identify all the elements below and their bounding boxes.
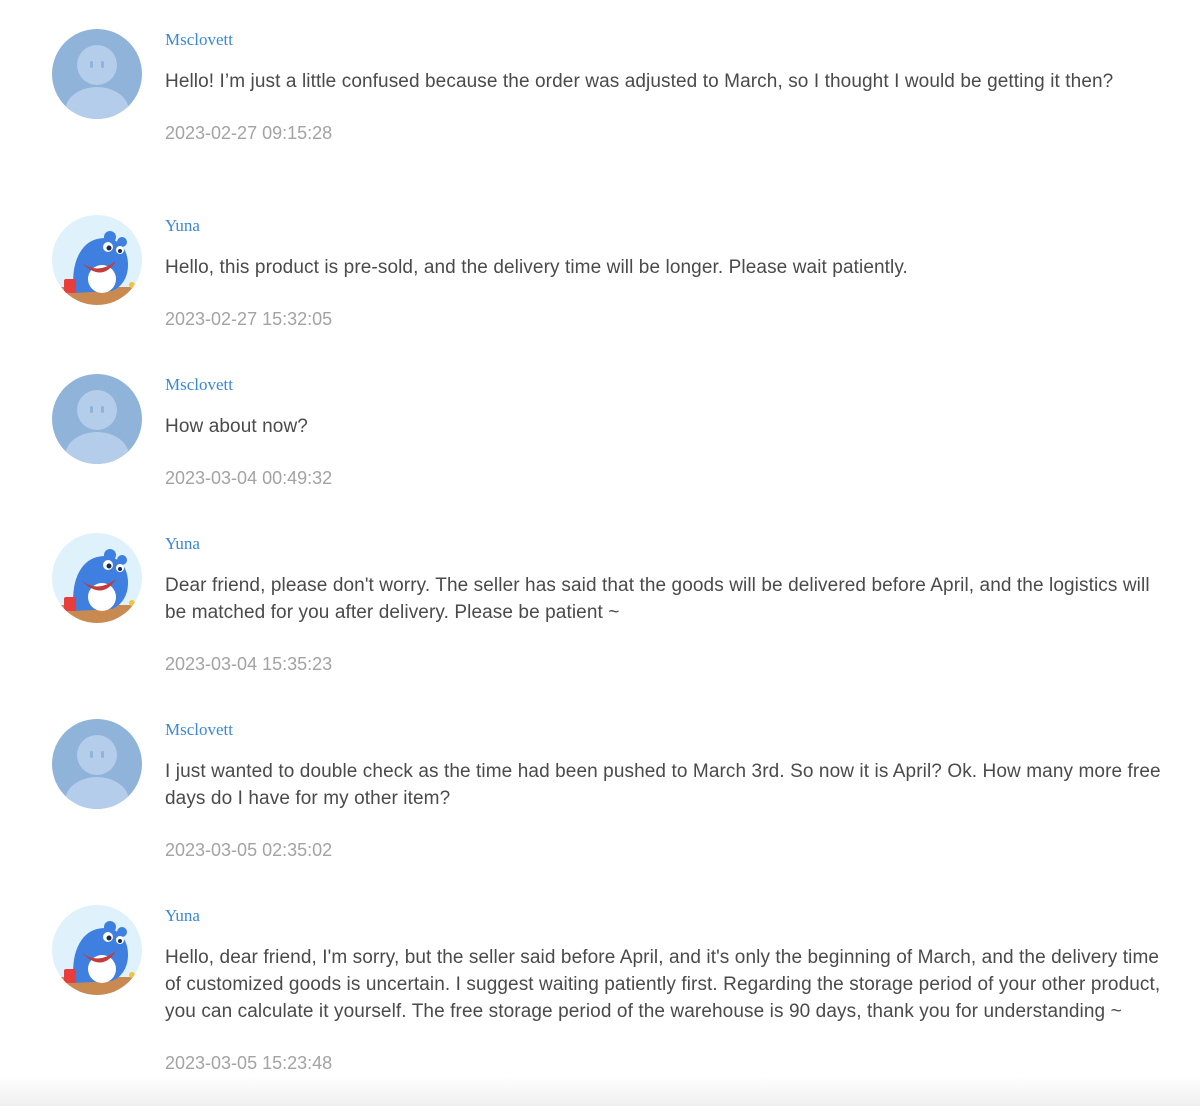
bottom-scroll-fade bbox=[0, 1076, 1200, 1106]
message-timestamp: 2023-02-27 15:32:05 bbox=[165, 309, 333, 329]
default-user-avatar-icon[interactable] bbox=[52, 29, 142, 119]
blue-hippo-mascot-avatar-icon[interactable] bbox=[52, 905, 142, 995]
message-text: I just wanted to double check as the tim… bbox=[165, 761, 1161, 809]
message-content: Yuna Dear friend, please don't worry. Th… bbox=[165, 533, 1175, 675]
blue-hippo-mascot-avatar-icon[interactable] bbox=[52, 215, 142, 305]
message-timestamp: 2023-03-05 02:35:02 bbox=[165, 840, 333, 860]
message-content: Yuna Hello, this product is pre-sold, an… bbox=[165, 215, 1175, 330]
message-content: Msclovett How about now? 2023-03-04 00:4… bbox=[165, 374, 1175, 489]
default-user-avatar-icon[interactable] bbox=[52, 719, 142, 809]
message-content: Msclovett Hello! I’m just a little confu… bbox=[165, 29, 1175, 144]
message-content: Msclovett I just wanted to double check … bbox=[165, 719, 1175, 861]
default-user-avatar-icon[interactable] bbox=[52, 374, 142, 464]
author-name[interactable]: Msclovett bbox=[165, 374, 1175, 396]
message-timestamp: 2023-03-04 15:35:23 bbox=[165, 654, 333, 674]
author-name[interactable]: Msclovett bbox=[165, 29, 1175, 51]
message-timestamp: 2023-02-27 09:15:28 bbox=[165, 123, 333, 143]
author-name[interactable]: Yuna bbox=[165, 533, 1175, 555]
author-name[interactable]: Msclovett bbox=[165, 719, 1175, 741]
author-name[interactable]: Yuna bbox=[165, 215, 1175, 237]
message-timestamp: 2023-03-05 15:23:48 bbox=[165, 1053, 333, 1073]
author-name[interactable]: Yuna bbox=[165, 905, 1175, 927]
message-text: Hello! I’m just a little confused becaus… bbox=[165, 71, 1114, 92]
blue-hippo-mascot-avatar-icon[interactable] bbox=[52, 533, 142, 623]
message-text: How about now? bbox=[165, 416, 308, 437]
message-text: Hello, dear friend, I'm sorry, but the s… bbox=[165, 947, 1161, 1022]
message-text: Hello, this product is pre-sold, and the… bbox=[165, 257, 908, 278]
message-content: Yuna Hello, dear friend, I'm sorry, but … bbox=[165, 905, 1175, 1074]
message-timestamp: 2023-03-04 00:49:32 bbox=[165, 468, 333, 488]
message-text: Dear friend, please don't worry. The sel… bbox=[165, 575, 1150, 623]
